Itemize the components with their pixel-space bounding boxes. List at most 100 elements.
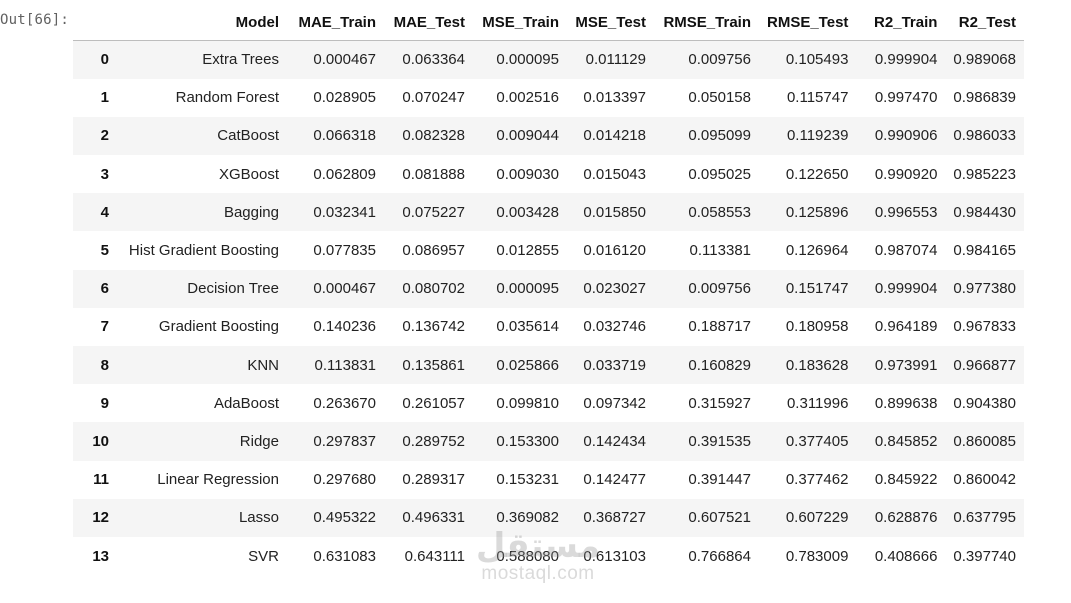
row-index: 7 (100, 318, 109, 336)
metric-cell: 0.113381 (689, 242, 751, 260)
metric-cell: 0.063364 (402, 51, 465, 69)
metric-cell: 0.391535 (688, 432, 751, 450)
metric-cell: 0.126964 (785, 242, 849, 260)
metric-cell: 0.966877 (953, 356, 1016, 374)
metric-cell: 0.095025 (688, 165, 751, 183)
column-header: MAE_Train (287, 4, 384, 41)
metric-cell: 0.142434 (583, 432, 646, 450)
row-index: 1 (100, 89, 109, 107)
model-name-cell: Linear Regression (157, 471, 279, 489)
metric-cell: 0.082328 (402, 127, 465, 145)
metric-cell: 0.967833 (953, 318, 1016, 336)
metric-cell: 0.075227 (402, 203, 465, 221)
metric-cell: 0.368727 (583, 509, 646, 527)
table-row: 9 AdaBoost 0.263670 0.261057 0.099810 0.09734… (73, 384, 1024, 422)
metric-cell: 0.140236 (313, 318, 376, 336)
metric-cell: 0.977380 (953, 280, 1016, 298)
metric-cell: 0.000467 (313, 280, 376, 298)
metric-cell: 0.142477 (583, 471, 646, 489)
column-header: Model (117, 4, 287, 41)
header-row: Model MAE_Train MAE_Test MSE_Train MSE_Test R… (73, 4, 1024, 41)
table-row: 6 Decision Tree 0.000467 0.080702 0.000095 0.… (73, 269, 1024, 308)
metric-cell: 0.315927 (688, 394, 751, 412)
row-index: 11 (93, 471, 109, 489)
metric-cell: 0.973991 (874, 356, 938, 374)
model-name-cell: CatBoost (217, 127, 279, 145)
metric-cell: 0.013397 (583, 89, 646, 107)
row-index: 8 (100, 356, 109, 374)
metric-cell: 0.135861 (402, 356, 465, 374)
metric-cell: 0.151747 (785, 280, 849, 298)
metric-cell: 0.035614 (496, 318, 559, 336)
row-index: 12 (92, 509, 109, 527)
table-row: 11 Linear Regression 0.297680 0.289317 0.153… (73, 461, 1024, 499)
metric-cell: 0.766864 (688, 547, 751, 565)
metric-cell: 0.183628 (785, 356, 849, 374)
row-index: 4 (100, 203, 109, 221)
model-name-cell: XGBoost (218, 165, 279, 183)
table-row: 13 SVR 0.631083 0.643111 0.588080 0.613103 0.7… (73, 537, 1024, 575)
metric-cell: 0.613103 (583, 547, 646, 565)
metric-cell: 0.261057 (402, 394, 465, 412)
metric-cell: 0.986033 (953, 127, 1016, 145)
table-row: 1 Random Forest 0.028905 0.070247 0.002516 0.… (73, 79, 1024, 117)
metric-cell: 0.095099 (688, 127, 751, 145)
metric-cell: 0.000467 (313, 51, 376, 69)
results-dataframe: Model MAE_Train MAE_Test MSE_Train MSE_Test R… (73, 4, 1024, 575)
table-row: 2 CatBoost 0.066318 0.082328 0.009044 0.01421… (73, 116, 1024, 156)
metric-cell: 0.631083 (313, 547, 376, 565)
metric-cell: 0.607229 (785, 509, 849, 527)
metric-cell: 0.113831 (314, 356, 376, 374)
metric-cell: 0.263670 (313, 394, 376, 412)
metric-cell: 0.899638 (874, 394, 938, 412)
table-row: 0 Extra Trees 0.000467 0.063364 0.000095 0.01… (73, 40, 1024, 79)
metric-cell: 0.003428 (496, 203, 559, 221)
metric-cell: 0.119239 (786, 127, 849, 145)
metric-cell: 0.153300 (496, 432, 559, 450)
model-name-cell: Extra Trees (202, 51, 279, 69)
model-name-cell: Hist Gradient Boosting (128, 242, 279, 260)
metric-cell: 0.136742 (402, 318, 465, 336)
metric-cell: 0.188717 (688, 318, 751, 336)
metric-cell: 0.014218 (583, 127, 646, 145)
metric-cell: 0.989068 (953, 51, 1016, 69)
row-index: 13 (92, 547, 109, 565)
table-row: 5 Hist Gradient Boosting 0.077835 0.086957 0… (73, 231, 1024, 269)
metric-cell: 0.066318 (313, 127, 376, 145)
metric-cell: 0.986839 (953, 89, 1016, 107)
row-index: 10 (92, 432, 109, 450)
metric-cell: 0.289317 (402, 471, 465, 489)
model-name-cell: Bagging (223, 203, 279, 221)
metric-cell: 0.297837 (313, 432, 376, 450)
metric-cell: 0.015043 (583, 165, 646, 183)
row-index: 2 (100, 127, 109, 145)
metric-cell: 0.990906 (874, 127, 938, 145)
metric-cell: 0.987074 (874, 242, 938, 260)
column-header: MSE_Test (567, 4, 654, 41)
model-name-cell: Decision Tree (187, 280, 279, 298)
row-index: 3 (100, 165, 109, 183)
output-prompt: Out[66]: (0, 12, 70, 28)
metric-cell: 0.964189 (874, 318, 938, 336)
table-row: 10 Ridge 0.297837 0.289752 0.153300 0.142434 0… (73, 422, 1024, 461)
model-name-cell: Gradient Boosting (158, 318, 279, 336)
column-header: RMSE_Test (759, 4, 857, 41)
metric-cell: 0.397740 (953, 547, 1016, 565)
metric-cell: 0.012855 (496, 242, 559, 260)
metric-cell: 0.050158 (688, 89, 751, 107)
table-body: 0 Extra Trees 0.000467 0.063364 0.000095 0.01… (73, 40, 1024, 576)
metric-cell: 0.115747 (786, 89, 849, 107)
header-index (73, 4, 117, 41)
model-name-cell: SVR (248, 547, 279, 565)
metric-cell: 0.496331 (402, 509, 465, 527)
metric-cell: 0.289752 (402, 432, 465, 450)
metric-cell: 0.845922 (874, 471, 938, 489)
metric-cell: 0.783009 (785, 547, 849, 565)
metric-cell: 0.070247 (402, 89, 465, 107)
metric-cell: 0.845852 (874, 432, 938, 450)
metric-cell: 0.062809 (313, 165, 376, 183)
metric-cell: 0.015850 (583, 203, 646, 221)
column-header: R2_Test (945, 4, 1024, 41)
metric-cell: 0.105493 (785, 51, 849, 69)
model-name-cell: KNN (247, 356, 279, 374)
